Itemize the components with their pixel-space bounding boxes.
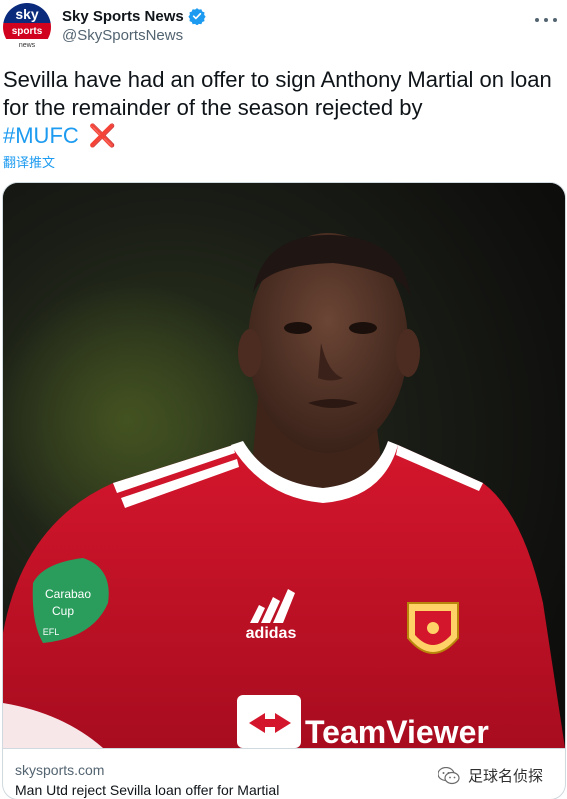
card-image[interactable]: adidas Carabao Cup EFL TeamViewer [3,183,565,748]
wechat-icon [437,766,460,784]
watermark-text: 足球名侦探 [467,768,543,785]
cross-mark-emoji: ❌ [88,123,117,148]
avatar[interactable]: sky sports news [3,3,51,51]
translate-tweet-link[interactable]: 翻译推文 [3,152,55,171]
avatar-sky-text: sky [15,6,39,22]
svg-text:Cup: Cup [52,604,74,618]
sponsor-text: TeamViewer [305,714,489,748]
tweet-header: Sky Sports News @SkySportsNews [62,6,567,46]
display-name[interactable]: Sky Sports News [62,8,184,25]
verified-badge-icon [188,7,206,26]
tweet-text: Sevilla have had an offer to sign Anthon… [3,66,555,150]
adidas-text: adidas [246,625,297,642]
svg-text:Carabao: Carabao [45,587,91,601]
watermark: 足球名侦探 [437,765,543,786]
name-row: Sky Sports News [62,6,567,26]
tweet-text-main: Sevilla have had an offer to sign Anthon… [3,67,552,120]
hashtag-link[interactable]: #MUFC [3,123,79,148]
avatar-news-text: news [19,42,36,49]
club-badge-icon [407,602,459,654]
avatar-sports-text: sports [12,26,43,37]
svg-text:EFL: EFL [43,627,60,637]
handle[interactable]: @SkySportsNews [62,27,567,44]
more-options-icon[interactable] [535,12,557,28]
link-card[interactable]: adidas Carabao Cup EFL TeamViewer skyspo… [2,182,566,799]
